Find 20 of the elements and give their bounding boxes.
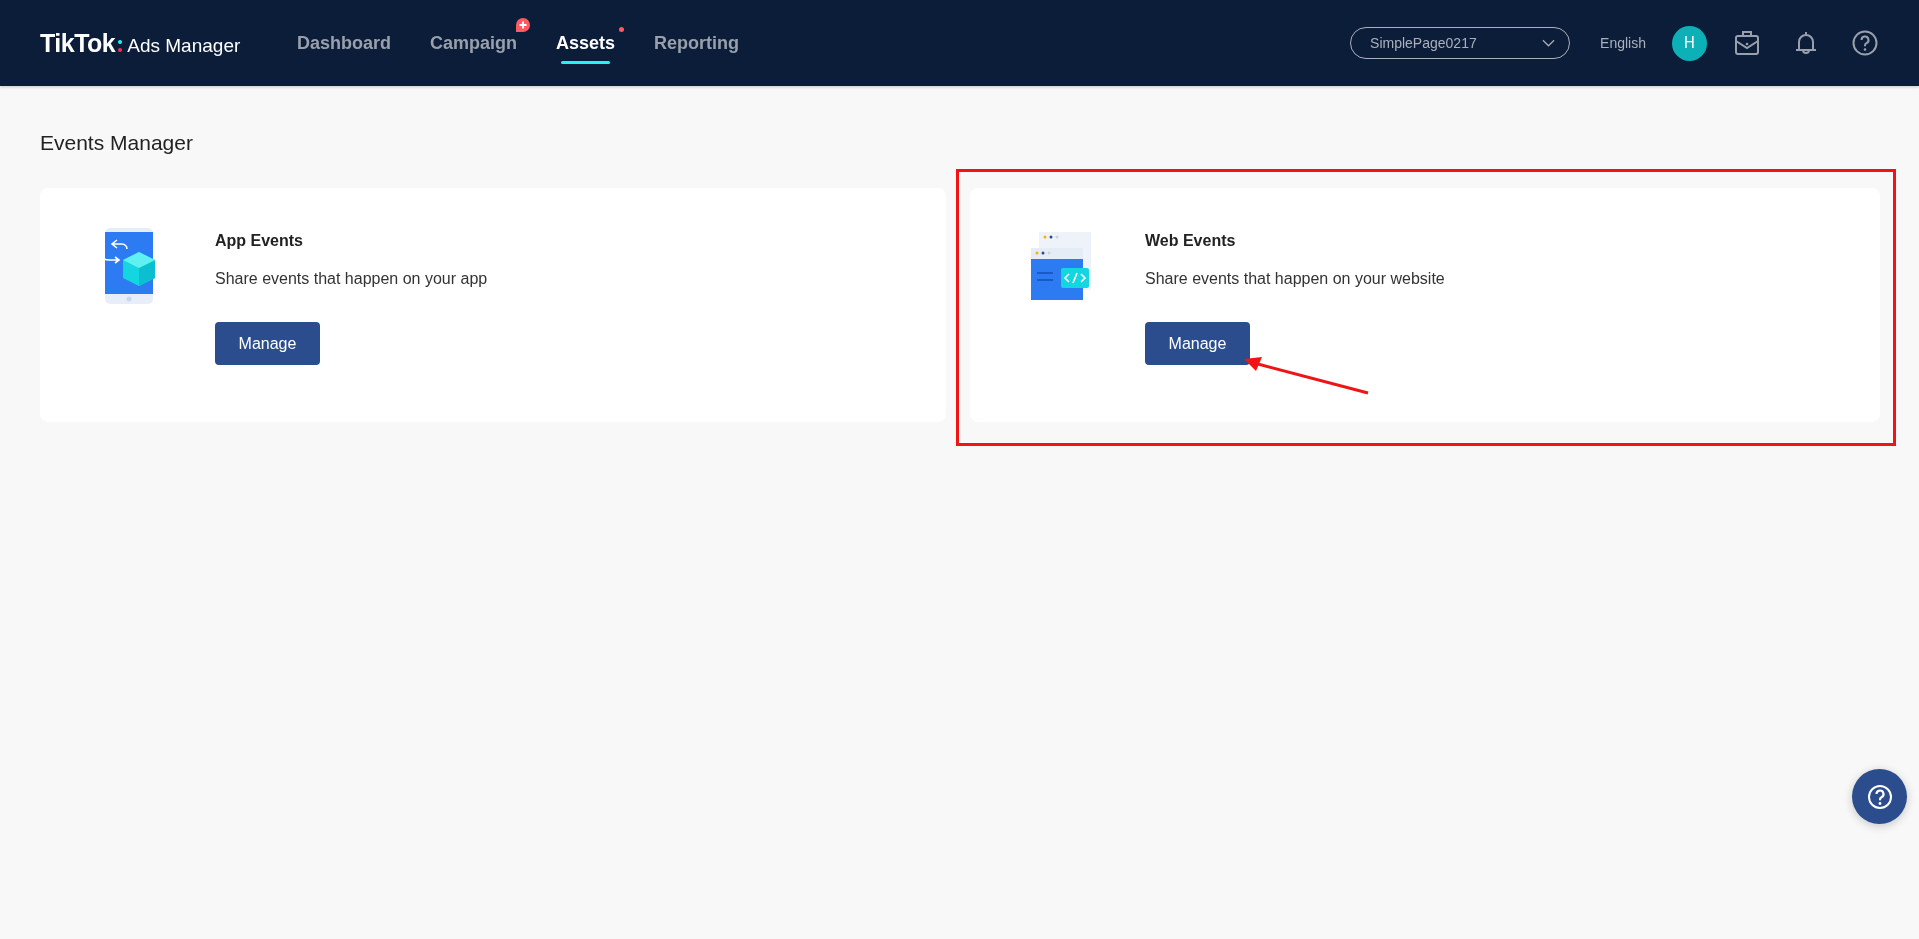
plus-badge-icon [515,16,532,33]
language-link[interactable]: English [1600,35,1646,51]
card-description: Share events that happen on your app [215,270,488,288]
manage-button[interactable]: Manage [1145,322,1250,365]
manage-button[interactable]: Manage [215,322,320,365]
logo[interactable]: TikTok Ads Manager [40,28,297,58]
briefcase-icon[interactable] [1733,29,1761,57]
chevron-down-icon [1542,39,1556,47]
notification-dot [619,26,625,32]
page-title: Events Manager [40,131,194,155]
help-icon [1865,782,1894,811]
card-description: Share events that happen on your website [1145,270,1445,288]
nav-tab[interactable]: Reporting [654,24,740,62]
nav-tab[interactable]: Campaign [430,24,518,62]
card-title: Web Events [1145,232,1236,250]
card-title: App Events [215,232,303,250]
help-button[interactable] [1852,769,1907,824]
help-icon[interactable] [1851,29,1879,57]
nav-tab[interactable]: Assets [556,24,616,62]
nav-tab[interactable]: Dashboard [297,24,392,62]
